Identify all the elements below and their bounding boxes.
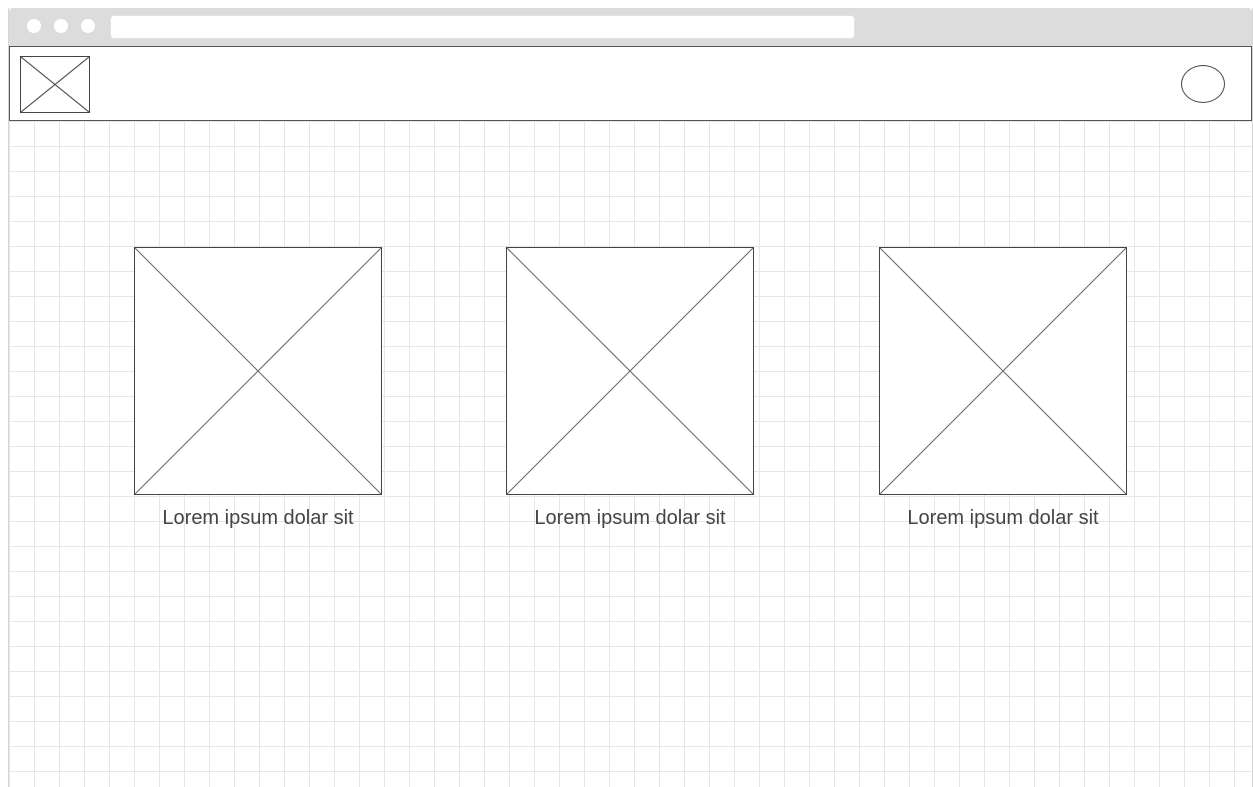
image-placeholder-icon: [21, 57, 89, 112]
gallery-card[interactable]: Lorem ipsum dolar sit: [879, 247, 1127, 530]
card-caption: Lorem ipsum dolar sit: [907, 507, 1099, 529]
image-placeholder-icon: [880, 248, 1126, 494]
gallery-card[interactable]: Lorem ipsum dolar sit: [134, 247, 382, 530]
card-image-placeholder[interactable]: [506, 247, 754, 495]
close-window-button[interactable]: [27, 19, 41, 33]
minimize-window-button[interactable]: [54, 19, 68, 33]
maximize-window-button[interactable]: [81, 19, 95, 33]
user-avatar-icon[interactable]: [1181, 65, 1225, 103]
site-header: [9, 46, 1252, 121]
card-caption: Lorem ipsum dolar sit: [534, 507, 726, 529]
image-placeholder-icon: [507, 248, 753, 494]
card-caption: Lorem ipsum dolar sit: [162, 507, 354, 529]
address-bar[interactable]: [110, 15, 855, 39]
browser-window: Lorem ipsum dolar sit Lorem ipsum dolar …: [8, 8, 1253, 787]
content-area: Lorem ipsum dolar sit Lorem ipsum dolar …: [9, 121, 1252, 787]
image-placeholder-icon: [135, 248, 381, 494]
logo-placeholder-icon[interactable]: [20, 56, 90, 113]
card-image-placeholder[interactable]: [879, 247, 1127, 495]
gallery-card[interactable]: Lorem ipsum dolar sit: [506, 247, 754, 530]
card-image-placeholder[interactable]: [134, 247, 382, 495]
browser-titlebar: [9, 8, 1252, 46]
